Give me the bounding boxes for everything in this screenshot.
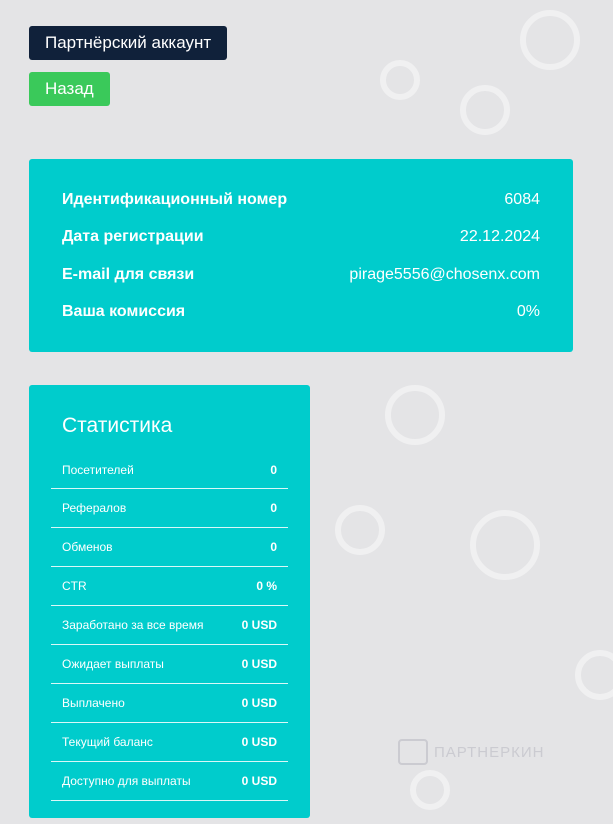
stats-label: Доступно для выплаты	[62, 774, 191, 788]
statistics-card: Статистика Посетителей 0 Рефералов 0 Обм…	[29, 385, 310, 818]
stats-value: 0 USD	[241, 696, 277, 710]
stats-row-paid-out: Выплачено 0 USD	[51, 684, 288, 723]
statistics-list: Посетителей 0 Рефералов 0 Обменов 0 CTR …	[51, 451, 288, 801]
info-value: 6084	[504, 190, 540, 208]
stats-value: 0 USD	[241, 657, 277, 671]
stats-label: Заработано за все время	[62, 618, 204, 632]
stats-label: Ожидает выплаты	[62, 657, 164, 671]
stats-value: 0 USD	[241, 618, 277, 632]
stats-value: 0	[270, 540, 277, 554]
info-row-email: E-mail для связи pirage5556@chosenx.com	[62, 256, 540, 294]
watermark-logo-icon	[398, 739, 428, 765]
info-row-id: Идентификационный номер 6084	[62, 181, 540, 219]
watermark: ПАРТНЕРКИН	[398, 738, 544, 766]
stats-value: 0 USD	[241, 774, 277, 788]
info-row-registration-date: Дата регистрации 22.12.2024	[62, 219, 540, 257]
stats-value: 0	[270, 462, 277, 477]
stats-label: Выплачено	[62, 696, 125, 710]
stats-label: CTR	[62, 579, 87, 593]
info-label: E-mail для связи	[62, 265, 195, 283]
account-info-card: Идентификационный номер 6084 Дата регист…	[29, 159, 573, 352]
info-label: Дата регистрации	[62, 228, 204, 246]
page-title: Партнёрский аккаунт	[29, 26, 228, 60]
stats-row-available-payout: Доступно для выплаты 0 USD	[51, 762, 288, 801]
stats-row-exchanges: Обменов 0	[51, 528, 288, 567]
stats-value: 0 %	[256, 579, 277, 593]
statistics-title: Статистика	[62, 414, 173, 437]
info-label: Идентификационный номер	[62, 190, 288, 208]
stats-label: Обменов	[62, 540, 113, 554]
info-label: Ваша комиссия	[62, 303, 186, 321]
info-value: pirage5556@chosenx.com	[349, 265, 540, 283]
stats-row-current-balance: Текущий баланс 0 USD	[51, 723, 288, 762]
info-value: 0%	[516, 303, 540, 321]
stats-value: 0	[270, 501, 277, 515]
info-row-commission: Ваша комиссия 0%	[62, 294, 540, 332]
stats-label: Посетителей	[62, 462, 134, 477]
stats-row-ctr: CTR 0 %	[51, 567, 288, 606]
info-value: 22.12.2024	[459, 228, 540, 246]
watermark-text: ПАРТНЕРКИН	[434, 743, 545, 761]
stats-label: Текущий баланс	[62, 735, 153, 749]
back-button[interactable]: Назад	[29, 72, 110, 106]
stats-row-visitors: Посетителей 0	[51, 451, 288, 489]
stats-row-earned-total: Заработано за все время 0 USD	[51, 606, 288, 645]
stats-label: Рефералов	[62, 501, 127, 515]
stats-row-pending-payout: Ожидает выплаты 0 USD	[51, 645, 288, 684]
stats-row-referrals: Рефералов 0	[51, 489, 288, 528]
stats-value: 0 USD	[241, 735, 277, 749]
